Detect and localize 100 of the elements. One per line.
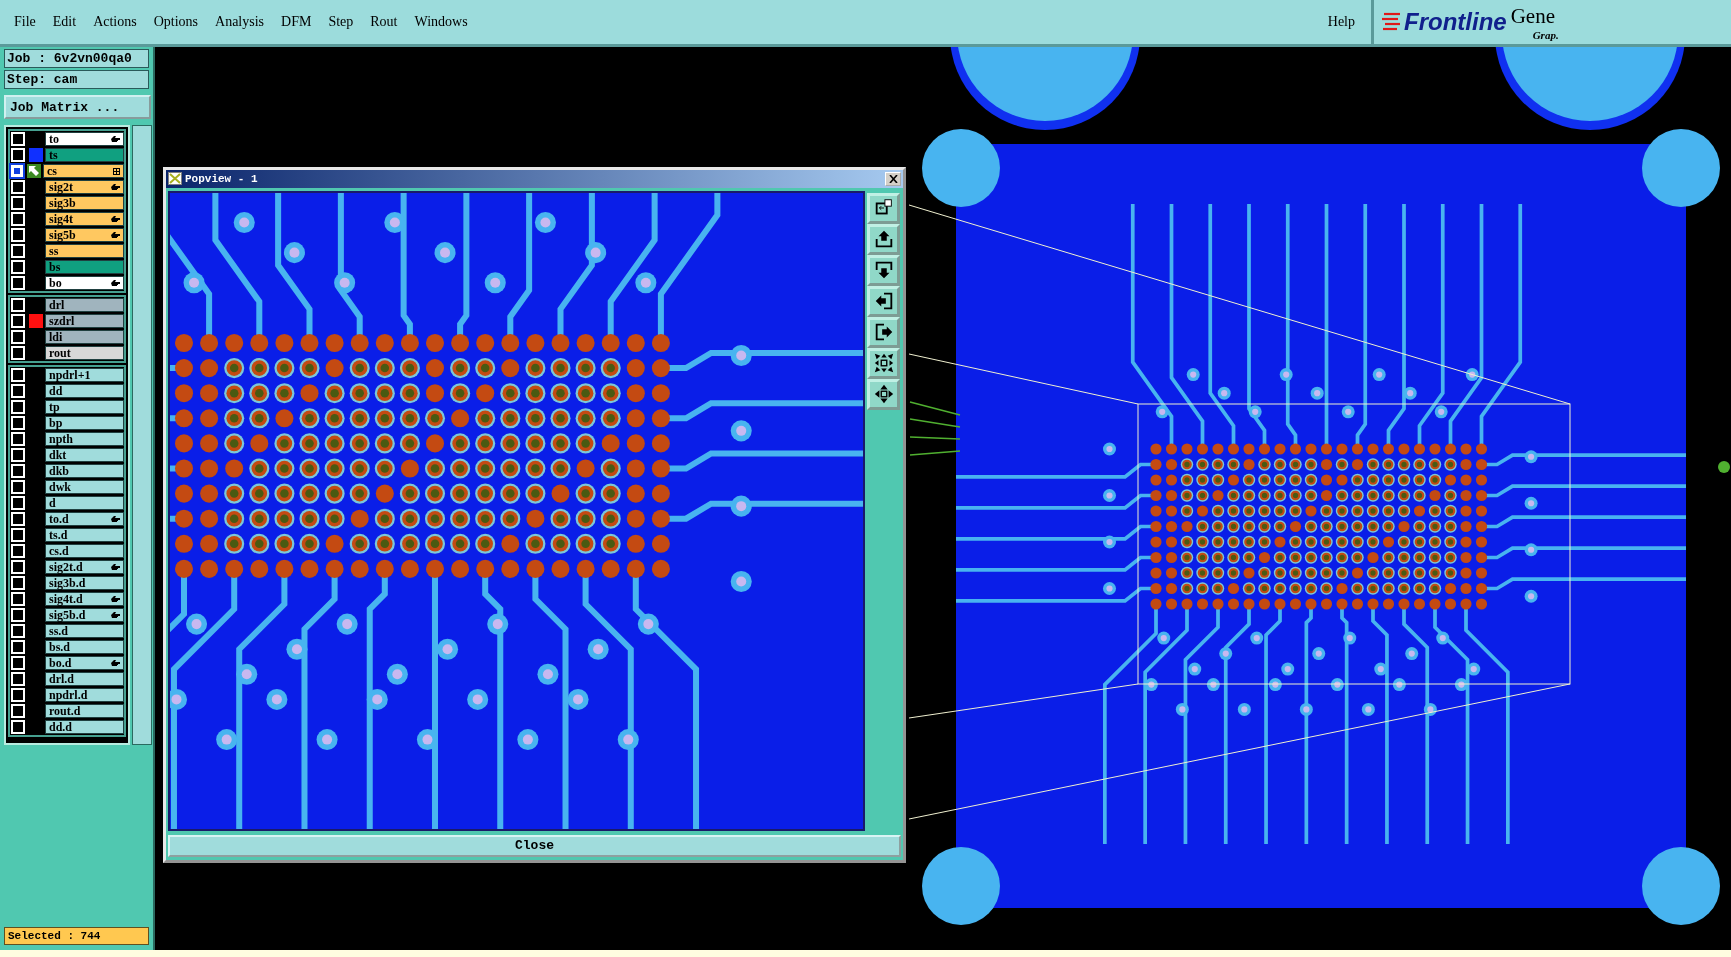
layer-name[interactable]: dd.d bbox=[45, 720, 124, 734]
layer-name[interactable]: bo bbox=[45, 276, 124, 290]
zoom-in-button[interactable] bbox=[867, 347, 901, 379]
layer-checkbox[interactable] bbox=[11, 212, 25, 226]
job-matrix-button[interactable]: Job Matrix ... bbox=[4, 95, 151, 119]
layer-label: dd.d bbox=[49, 719, 73, 735]
layer-name[interactable]: to bbox=[45, 132, 124, 146]
layer-checkbox[interactable] bbox=[11, 180, 25, 194]
layer-label: dwk bbox=[49, 479, 71, 495]
layer-name[interactable]: dd bbox=[45, 384, 124, 398]
layer-name[interactable]: cs bbox=[43, 164, 124, 178]
help-menu[interactable]: Help bbox=[1327, 14, 1355, 30]
layer-name[interactable]: ss.d bbox=[45, 624, 124, 638]
layer-label: to.d bbox=[49, 511, 69, 527]
layer-checkbox[interactable] bbox=[11, 165, 23, 177]
layer-checkbox[interactable] bbox=[11, 244, 25, 258]
menu-item[interactable]: Step bbox=[328, 14, 354, 30]
layer-name[interactable]: to.d bbox=[45, 512, 124, 526]
layer-checkbox[interactable] bbox=[11, 132, 25, 146]
layer-name[interactable]: ldi bbox=[45, 330, 124, 344]
menu-item[interactable]: Edit bbox=[52, 14, 77, 30]
layer-checkbox[interactable] bbox=[11, 368, 25, 382]
layer-checkbox[interactable] bbox=[11, 576, 25, 590]
layer-name[interactable]: rout.d bbox=[45, 704, 124, 718]
layer-checkbox[interactable] bbox=[11, 448, 25, 462]
layer-name[interactable]: sig4t bbox=[45, 212, 124, 226]
layer-checkbox[interactable] bbox=[11, 496, 25, 510]
layer-checkbox[interactable] bbox=[11, 298, 25, 312]
menu-item[interactable]: Analysis bbox=[215, 14, 265, 30]
layer-checkbox[interactable] bbox=[11, 400, 25, 414]
layer-name[interactable]: cs.d bbox=[45, 544, 124, 558]
layer-name[interactable]: npdrl+1 bbox=[45, 368, 124, 382]
layer-name[interactable]: ss bbox=[45, 244, 124, 258]
layer-checkbox[interactable] bbox=[11, 260, 25, 274]
menu-item[interactable]: Rout bbox=[370, 14, 398, 30]
layer-checkbox[interactable] bbox=[11, 196, 25, 210]
layer-checkbox[interactable] bbox=[11, 688, 25, 702]
layer-name[interactable]: sig2t.d bbox=[45, 560, 124, 574]
layer-checkbox[interactable] bbox=[11, 432, 25, 446]
menu-item[interactable]: Options bbox=[153, 14, 199, 30]
layer-name[interactable]: szdrl bbox=[45, 314, 124, 328]
close-button[interactable]: Close bbox=[168, 834, 901, 857]
menu-item[interactable]: Actions bbox=[93, 14, 137, 30]
layer-checkbox[interactable] bbox=[11, 314, 25, 328]
layer-name[interactable]: sig4t.d bbox=[45, 592, 124, 606]
layer-checkbox[interactable] bbox=[11, 528, 25, 542]
layer-checkbox[interactable] bbox=[11, 656, 25, 670]
zoom-window-button[interactable] bbox=[867, 192, 901, 224]
layer-checkbox[interactable] bbox=[11, 384, 25, 398]
layer-checkbox[interactable] bbox=[11, 720, 25, 734]
layer-name[interactable]: sig3b bbox=[45, 196, 124, 210]
pan-up-button[interactable] bbox=[867, 223, 901, 255]
layer-checkbox[interactable] bbox=[11, 704, 25, 718]
layer-label: bs bbox=[49, 259, 61, 275]
layer-checkbox[interactable] bbox=[11, 276, 25, 290]
layer-name[interactable]: sig5b.d bbox=[45, 608, 124, 622]
layer-checkbox[interactable] bbox=[11, 624, 25, 638]
layer-name[interactable]: sig3b.d bbox=[45, 576, 124, 590]
layer-name[interactable]: bp bbox=[45, 416, 124, 430]
layer-checkbox[interactable] bbox=[11, 228, 25, 242]
layer-name[interactable]: npdrl.d bbox=[45, 688, 124, 702]
layer-checkbox[interactable] bbox=[11, 148, 25, 162]
layer-name[interactable]: drl.d bbox=[45, 672, 124, 686]
layer-checkbox[interactable] bbox=[11, 480, 25, 494]
layer-name[interactable]: sig5b bbox=[45, 228, 124, 242]
layer-checkbox[interactable] bbox=[11, 346, 25, 360]
layer-checkbox[interactable] bbox=[11, 464, 25, 478]
layer-name[interactable]: tp bbox=[45, 400, 124, 414]
menu-item[interactable]: DFM bbox=[281, 14, 312, 30]
layer-name[interactable]: d bbox=[45, 496, 124, 510]
layer-checkbox[interactable] bbox=[11, 672, 25, 686]
layer-checkbox[interactable] bbox=[11, 416, 25, 430]
close-button[interactable] bbox=[885, 171, 901, 186]
pan-down-button[interactable] bbox=[867, 254, 901, 286]
layer-checkbox[interactable] bbox=[11, 512, 25, 526]
layer-checkbox[interactable] bbox=[11, 608, 25, 622]
layer-checkbox[interactable] bbox=[11, 592, 25, 606]
zoom-out-button[interactable] bbox=[867, 378, 901, 410]
layer-checkbox[interactable] bbox=[11, 640, 25, 654]
layer-name[interactable]: ts.d bbox=[45, 528, 124, 542]
menu-item[interactable]: Windows bbox=[414, 14, 468, 30]
layer-name[interactable]: npth bbox=[45, 432, 124, 446]
layer-name[interactable]: bs.d bbox=[45, 640, 124, 654]
layer-name[interactable]: dkt bbox=[45, 448, 124, 462]
layer-name[interactable]: dwk bbox=[45, 480, 124, 494]
layer-checkbox[interactable] bbox=[11, 330, 25, 344]
layer-label: sig2t bbox=[49, 179, 73, 195]
menu-item[interactable]: File bbox=[14, 14, 36, 30]
layer-checkbox[interactable] bbox=[11, 544, 25, 558]
layer-name[interactable]: sig2t bbox=[45, 180, 124, 194]
arrows-outward-icon bbox=[872, 383, 895, 406]
pan-right-button[interactable] bbox=[867, 316, 901, 348]
layer-checkbox[interactable] bbox=[11, 560, 25, 574]
layer-name[interactable]: drl bbox=[45, 298, 124, 312]
pan-left-button[interactable] bbox=[867, 285, 901, 317]
layer-name[interactable]: dkb bbox=[45, 464, 124, 478]
layer-name[interactable]: rout bbox=[45, 346, 124, 360]
layer-name[interactable]: bs bbox=[45, 260, 124, 274]
layer-name[interactable]: ts bbox=[45, 148, 124, 162]
layer-name[interactable]: bo.d bbox=[45, 656, 124, 670]
